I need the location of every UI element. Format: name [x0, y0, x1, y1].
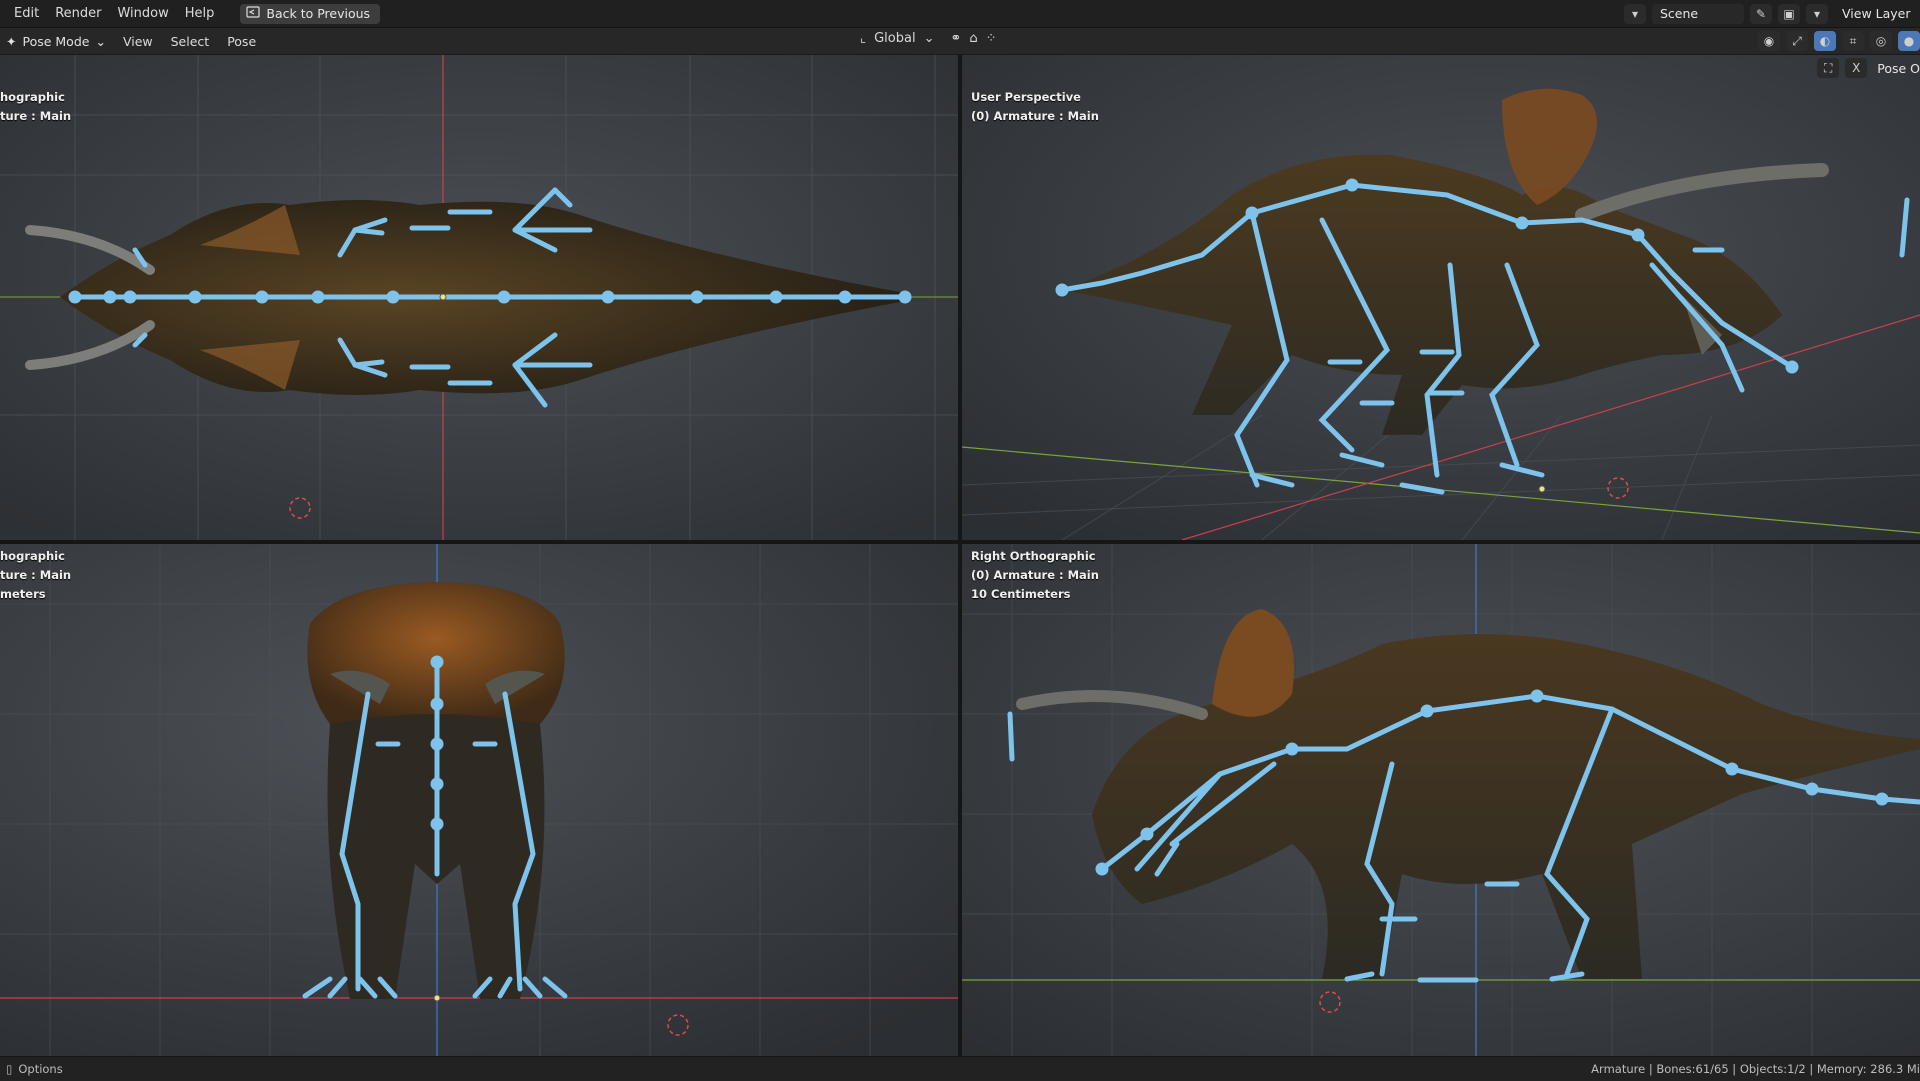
- gizmo-icon[interactable]: ⤢: [1786, 31, 1808, 51]
- solid-shading-icon[interactable]: ●: [1898, 31, 1920, 51]
- viewport-top[interactable]: hographic ture : Main: [0, 55, 958, 540]
- pose-options-controls: ⛶ X Pose O: [1817, 58, 1920, 78]
- scene-name: Scene: [1660, 6, 1699, 21]
- orientation-dropdown[interactable]: Global: [874, 31, 915, 46]
- chevron-down-icon: ⌄: [923, 31, 935, 46]
- viewport-front-label: hographic ture : Main meters: [0, 549, 72, 601]
- viewport-divider-horizontal[interactable]: [0, 540, 1920, 544]
- menu-pose[interactable]: Pose: [218, 34, 265, 49]
- viewport-header: ✦ Pose Mode ⌄ View Select Pose ⌞ Global …: [0, 28, 1920, 55]
- viewport-right-canvas: [962, 544, 1920, 1056]
- viewport-right-label: Right Orthographic (0) Armature : Main 1…: [971, 549, 1099, 601]
- mouse-icon: ▯: [6, 1062, 13, 1076]
- orientation-icon: ⌞: [860, 31, 867, 46]
- viewport-shading-controls: ◉ ⤢ ◐ ⌗ ◎ ●: [1758, 31, 1920, 51]
- snap-icon[interactable]: ⌂: [969, 31, 977, 46]
- xray-icon[interactable]: ⌗: [1842, 31, 1864, 51]
- status-bar: ▯ Options Armature | Bones:61/65 | Objec…: [0, 1056, 1920, 1081]
- mirror-x-icon[interactable]: X: [1845, 58, 1868, 78]
- viewport-top-canvas: [0, 55, 958, 540]
- overlay-icon[interactable]: ◐: [1814, 31, 1836, 51]
- view-layer-name: View Layer: [1842, 6, 1911, 21]
- chevron-down-icon: ⌄: [95, 33, 106, 49]
- menu-window[interactable]: Window: [109, 0, 176, 27]
- top-menu-bar: Edit Render Window Help Back to Previous…: [0, 0, 1920, 28]
- back-to-previous-button[interactable]: Back to Previous: [240, 3, 381, 24]
- wireframe-icon[interactable]: ◎: [1870, 31, 1892, 51]
- scene-icon[interactable]: ▾: [1624, 3, 1646, 24]
- pose-options-label[interactable]: Pose O: [1873, 58, 1920, 78]
- menu-help[interactable]: Help: [177, 0, 223, 27]
- mode-label: Pose Mode: [22, 33, 90, 49]
- viewport-top-label: hographic ture : Main: [0, 90, 72, 123]
- menu-render[interactable]: Render: [47, 0, 109, 27]
- pin-icon[interactable]: ✎: [1750, 3, 1772, 24]
- viewport-front[interactable]: hographic ture : Main meters: [0, 544, 958, 1056]
- view-layer-icon[interactable]: ▾: [1806, 3, 1828, 24]
- back-icon: [246, 6, 260, 21]
- status-info: Armature | Bones:61/65 | Objects:1/2 | M…: [1591, 1062, 1920, 1076]
- visibility-icon[interactable]: ◉: [1758, 31, 1780, 51]
- viewport-perspective-canvas: [962, 55, 1920, 540]
- menu-edit[interactable]: Edit: [0, 0, 47, 27]
- options-label[interactable]: Options: [18, 1062, 62, 1076]
- top-right-controls: ▾ Scene ✎ ▣ ▾ View Layer: [1624, 0, 1920, 27]
- view-layer-field[interactable]: View Layer: [1834, 4, 1920, 24]
- viewport-perspective[interactable]: User Perspective (0) Armature : Main ⛶ X…: [962, 55, 1920, 540]
- viewport-perspective-label: User Perspective (0) Armature : Main: [971, 90, 1099, 123]
- pivot-icon[interactable]: ⚭: [950, 31, 961, 46]
- back-to-previous-label: Back to Previous: [266, 6, 371, 21]
- gizmo-toggle-icon[interactable]: ⛶: [1817, 58, 1840, 78]
- mode-dropdown[interactable]: ✦ Pose Mode ⌄: [2, 31, 114, 51]
- menu-select[interactable]: Select: [162, 34, 219, 49]
- new-scene-icon[interactable]: ▣: [1778, 3, 1800, 24]
- snap-grid-icon[interactable]: ⁘: [986, 31, 997, 46]
- viewport-right[interactable]: Right Orthographic (0) Armature : Main 1…: [962, 544, 1920, 1056]
- viewport-front-canvas: [0, 544, 958, 1056]
- menu-view[interactable]: View: [114, 34, 162, 49]
- transform-controls: ⌞ Global ⌄ ⚭ ⌂ ⁘: [860, 31, 997, 46]
- viewport-divider-vertical[interactable]: [958, 54, 962, 1056]
- scene-field[interactable]: Scene: [1652, 3, 1744, 24]
- pose-mode-icon: ✦: [6, 33, 17, 49]
